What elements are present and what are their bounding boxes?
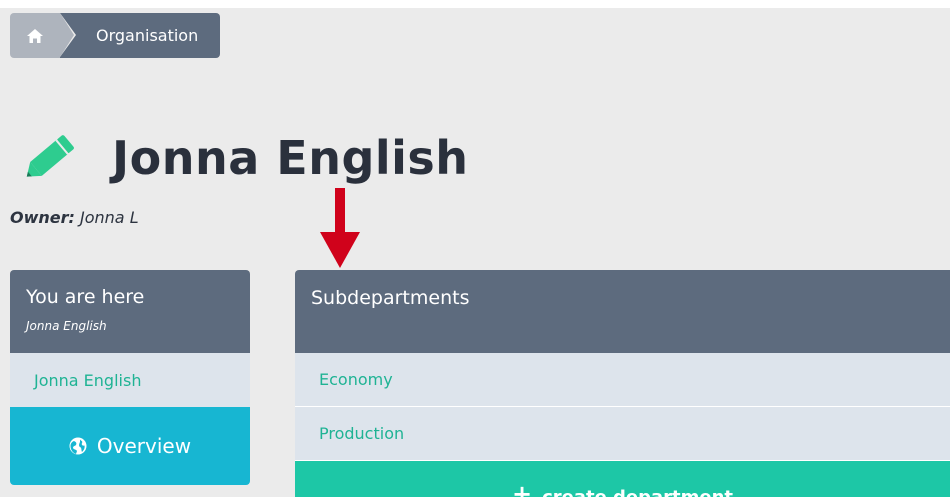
sidebar-subheading: Jonna English: [26, 319, 107, 333]
location-sidebar: You are here Jonna English Jonna English…: [10, 270, 250, 485]
home-icon: [27, 28, 43, 43]
subdepartment-row-production[interactable]: Production: [295, 407, 950, 461]
owner-value: Jonna L: [80, 208, 139, 227]
owner-label: Owner:: [10, 208, 75, 227]
sidebar-current-link[interactable]: Jonna English: [10, 353, 250, 407]
breadcrumb-home[interactable]: [10, 13, 74, 58]
create-department-label: create department: [542, 487, 733, 497]
overview-button-label: Overview: [96, 434, 192, 458]
plus-icon: +: [511, 480, 533, 497]
subdepartment-row-economy[interactable]: Economy: [295, 353, 950, 407]
subdepartments-heading: Subdepartments: [295, 270, 950, 353]
page-title: Jonna English: [18, 130, 469, 186]
breadcrumb-item-organisation[interactable]: Organisation: [60, 13, 221, 58]
sidebar-heading: You are here: [26, 286, 145, 308]
owner-line: Owner: Jonna L: [10, 208, 139, 227]
create-department-button[interactable]: + create department: [295, 461, 950, 497]
top-strip: [0, 0, 950, 8]
globe-icon: [69, 437, 87, 455]
pencil-icon[interactable]: [18, 130, 80, 186]
sidebar-header: You are here Jonna English: [10, 270, 250, 353]
subdepartments-panel: Subdepartments Economy Production + crea…: [295, 270, 950, 497]
breadcrumb: Organisation: [10, 13, 221, 58]
annotation-arrow: [320, 188, 360, 268]
page-title-text: Jonna English: [112, 131, 469, 185]
overview-button[interactable]: Overview: [10, 407, 250, 485]
